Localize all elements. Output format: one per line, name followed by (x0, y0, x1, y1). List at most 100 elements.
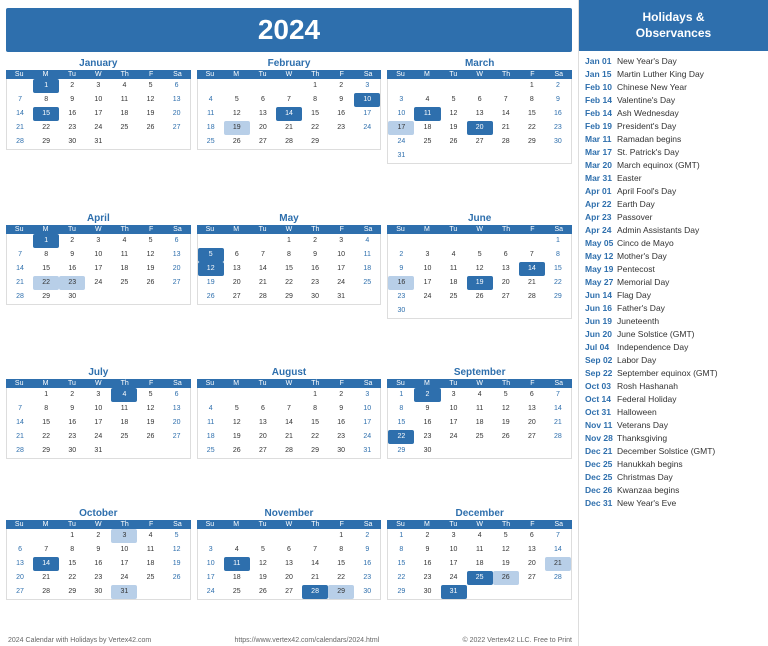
day-cell: 15 (388, 557, 414, 571)
holiday-name: Chinese New Year (617, 81, 687, 94)
holiday-date: Apr 23 (585, 211, 617, 224)
day-cell: 13 (164, 248, 190, 262)
month-name: August (197, 367, 382, 378)
day-header: Sa (164, 379, 190, 388)
day-cell: 18 (111, 416, 137, 430)
day-cell-empty (250, 79, 276, 93)
day-cell: 12 (250, 557, 276, 571)
day-header: M (223, 520, 249, 529)
day-cell: 16 (59, 107, 85, 121)
day-cell: 11 (414, 107, 440, 121)
holiday-item: Apr 23Passover (585, 211, 762, 224)
day-header: Th (302, 520, 328, 529)
day-cell: 13 (164, 93, 190, 107)
day-cell: 22 (519, 121, 545, 135)
day-header: W (466, 379, 492, 388)
day-header: F (138, 520, 164, 529)
day-header: F (519, 70, 545, 79)
day-cell: 21 (7, 276, 33, 290)
holiday-name: Juneteenth (617, 315, 659, 328)
day-cell: 5 (164, 529, 190, 543)
day-cell: 9 (414, 402, 440, 416)
holiday-date: Nov 11 (585, 419, 617, 432)
day-cell: 18 (137, 557, 163, 571)
day-cell: 25 (467, 430, 493, 444)
day-cell: 12 (137, 402, 163, 416)
day-cell: 29 (328, 585, 354, 599)
day-cell-empty (441, 234, 467, 248)
holiday-item: Apr 22Earth Day (585, 198, 762, 211)
day-cell: 2 (545, 79, 571, 93)
day-cell: 11 (198, 416, 224, 430)
month-name: November (197, 508, 382, 519)
day-cell: 10 (354, 93, 380, 107)
day-header: M (32, 225, 58, 234)
day-cell: 6 (467, 93, 493, 107)
day-cell: 8 (33, 93, 59, 107)
day-cell: 14 (276, 107, 302, 121)
day-cell: 24 (198, 585, 224, 599)
day-cell: 25 (111, 121, 137, 135)
day-header: F (329, 70, 355, 79)
day-cell: 1 (33, 388, 59, 402)
day-cell: 5 (137, 388, 163, 402)
day-cell: 20 (276, 571, 302, 585)
day-cell: 3 (111, 529, 137, 543)
holiday-date: Dec 25 (585, 471, 617, 484)
holiday-name: Labor Day (617, 354, 656, 367)
holiday-name: Halloween (617, 406, 657, 419)
day-cell: 21 (519, 276, 545, 290)
day-cell: 5 (137, 234, 163, 248)
day-cell: 24 (85, 276, 111, 290)
day-cell: 12 (467, 262, 493, 276)
holiday-date: Jan 15 (585, 68, 617, 81)
day-cell: 14 (302, 557, 328, 571)
holiday-date: Jun 14 (585, 289, 617, 302)
day-cell: 7 (276, 93, 302, 107)
month-name: June (387, 213, 572, 224)
day-cell: 20 (164, 262, 190, 276)
day-cell: 8 (328, 543, 354, 557)
day-cell: 17 (414, 276, 440, 290)
day-cell: 10 (85, 248, 111, 262)
day-cell-empty (302, 529, 328, 543)
day-cell: 10 (85, 402, 111, 416)
day-cell: 23 (354, 571, 380, 585)
day-cell: 4 (224, 543, 250, 557)
month-october: OctoberSuMTuWThFSa1234567891011121314151… (6, 508, 191, 643)
day-cell: 19 (198, 276, 224, 290)
month-august: AugustSuMTuWThFSa12345678910111213141516… (197, 367, 382, 502)
day-cell: 31 (354, 444, 380, 458)
holiday-name: Valentine's Day (617, 94, 675, 107)
day-header: W (85, 225, 111, 234)
day-cell: 23 (328, 430, 354, 444)
holiday-date: Dec 26 (585, 484, 617, 497)
day-cell: 28 (7, 444, 33, 458)
holiday-date: Oct 14 (585, 393, 617, 406)
holiday-name: September equinox (GMT) (617, 367, 718, 380)
day-cell: 26 (137, 276, 163, 290)
holiday-item: Dec 21December Solstice (GMT) (585, 445, 762, 458)
holiday-item: Apr 01April Fool's Day (585, 185, 762, 198)
day-cell: 18 (111, 107, 137, 121)
day-cell: 1 (388, 388, 414, 402)
day-header: Sa (164, 225, 190, 234)
day-header: Sa (546, 520, 572, 529)
sidebar: Holidays &Observances Jan 01New Year's D… (578, 0, 768, 646)
holiday-date: Jan 01 (585, 55, 617, 68)
holiday-item: Jan 01New Year's Day (585, 55, 762, 68)
day-cell: 16 (388, 276, 414, 290)
day-cell: 22 (59, 571, 85, 585)
day-cell: 23 (414, 430, 440, 444)
day-cell: 21 (302, 571, 328, 585)
day-cell: 19 (137, 107, 163, 121)
year-header: 2024 (6, 8, 572, 52)
day-cell: 1 (33, 79, 59, 93)
day-header: F (329, 379, 355, 388)
day-cell: 7 (493, 93, 519, 107)
day-cell: 8 (59, 543, 85, 557)
day-cell: 1 (33, 234, 59, 248)
day-cell: 26 (137, 121, 163, 135)
day-cell: 15 (302, 107, 328, 121)
day-cell: 29 (302, 444, 328, 458)
